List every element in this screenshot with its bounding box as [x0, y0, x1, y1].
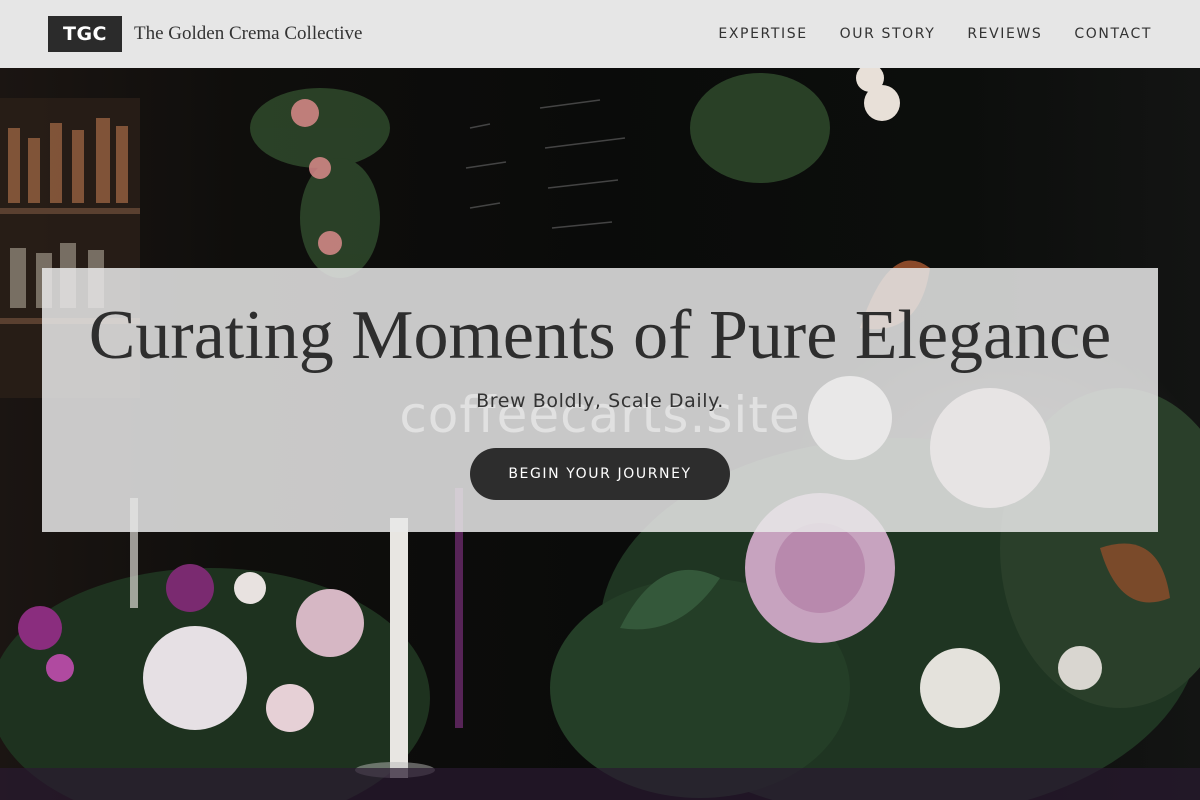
nav-link-reviews[interactable]: REVIEWS [967, 26, 1042, 42]
logo-text: TGC [63, 23, 107, 45]
hero-tagline: Brew Boldly, Scale Daily. [476, 390, 724, 412]
hero-headline: Curating Moments of Pure Elegance [88, 297, 1112, 374]
nav-link-contact[interactable]: CONTACT [1074, 26, 1152, 42]
main-nav: EXPERTISE OUR STORY REVIEWS CONTACT [718, 26, 1152, 42]
begin-journey-button[interactable]: BEGIN YOUR JOURNEY [470, 448, 730, 500]
nav-link-our-story[interactable]: OUR STORY [840, 26, 936, 42]
brand-name[interactable]: The Golden Crema Collective [134, 23, 362, 45]
nav-link-expertise[interactable]: EXPERTISE [718, 26, 807, 42]
brand[interactable]: TGC The Golden Crema Collective [48, 16, 362, 52]
logo[interactable]: TGC [48, 16, 122, 52]
hero-card: coffeecarts.site Curating Moments of Pur… [42, 268, 1158, 532]
site-header: TGC The Golden Crema Collective EXPERTIS… [0, 0, 1200, 68]
